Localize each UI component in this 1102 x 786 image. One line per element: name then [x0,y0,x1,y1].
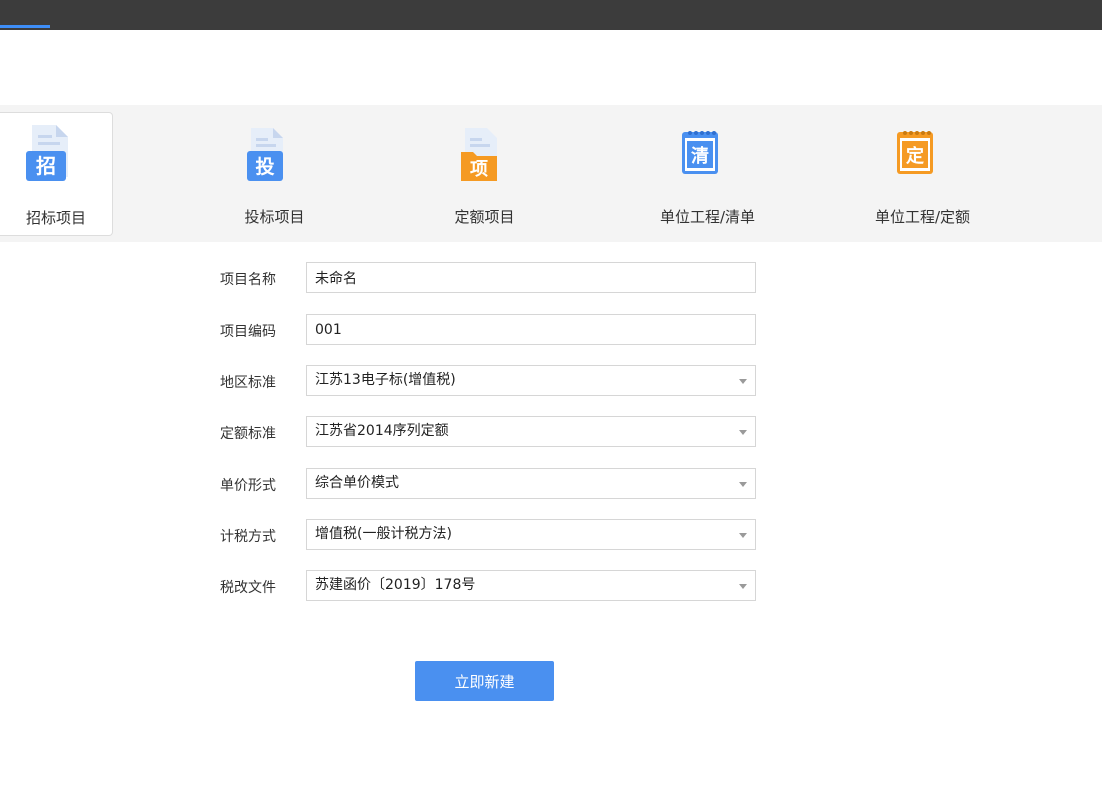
form-row-project-name: 项目名称 [220,262,756,294]
tax-reform-doc-select[interactable]: 苏建函价〔2019〕178号 [306,570,756,601]
chevron-down-icon [739,379,747,384]
bill-glyph: 清 [691,146,709,167]
project-type-label: 投标项目 [244,208,305,226]
chevron-down-icon [739,430,747,435]
tender-doc-icon: 招 [24,121,74,185]
project-name-label: 项目名称 [220,272,276,288]
project-type-strip: 招 招标项目 投 投标项目 项 定额项目 清 单位工程/清单 定 单位工程/定额 [0,105,1102,242]
chevron-down-icon [739,533,747,538]
project-type-bid[interactable]: 投 投标项目 [218,112,331,236]
project-code-label: 项目编码 [220,324,276,340]
bill-notepad-icon: 清 [678,124,728,188]
project-type-label: 定额项目 [454,208,515,226]
region-standard-select[interactable]: 江苏13电子标(增值税) [306,365,756,396]
form-row-region-standard: 地区标准 江苏13电子标(增值税) [220,365,756,397]
quota-notepad-icon: 定 [893,124,943,188]
region-standard-value: 江苏13电子标(增值税) [315,372,456,388]
project-type-quota[interactable]: 项 定额项目 [428,112,541,236]
project-type-label: 单位工程/定额 [874,208,971,226]
quota-glyph: 项 [470,159,488,180]
unit-price-mode-select[interactable]: 综合单价模式 [306,468,756,499]
project-code-input[interactable] [306,314,756,345]
project-type-unit-bill[interactable]: 清 单位工程/清单 [640,112,775,236]
tax-method-value: 增值税(一般计税方法) [315,526,452,542]
form-row-project-code: 项目编码 [220,314,756,346]
tax-reform-doc-value: 苏建函价〔2019〕178号 [315,577,476,593]
quota-standard-value: 江苏省2014序列定额 [315,423,449,439]
project-type-label: 招标项目 [25,209,86,227]
top-tab-active[interactable] [0,0,62,30]
tax-method-label: 计税方式 [220,529,276,545]
unit-price-mode-value: 综合单价模式 [315,475,399,491]
tender-glyph: 招 [36,154,56,178]
bid-doc-icon: 投 [245,124,295,188]
project-type-unit-quota[interactable]: 定 单位工程/定额 [855,112,990,236]
project-type-tender[interactable]: 招 招标项目 [0,112,113,236]
quota-notepad-glyph: 定 [906,145,924,167]
project-type-label: 单位工程/清单 [659,208,756,226]
tax-method-select[interactable]: 增值税(一般计税方法) [306,519,756,550]
form-row-unit-price-mode: 单价形式 综合单价模式 [220,468,756,500]
region-standard-label: 地区标准 [220,375,276,391]
quota-standard-label: 定额标准 [220,426,276,442]
unit-price-mode-label: 单价形式 [220,478,276,494]
create-now-button[interactable]: 立即新建 [415,661,554,701]
form-row-quota-standard: 定额标准 江苏省2014序列定额 [220,416,756,448]
bid-glyph: 投 [255,155,274,178]
quota-standard-select[interactable]: 江苏省2014序列定额 [306,416,756,447]
tax-reform-doc-label: 税改文件 [220,580,276,596]
form-row-tax-method: 计税方式 增值税(一般计税方法) [220,519,756,551]
quota-folder-icon: 项 [459,124,509,188]
project-name-input[interactable] [306,262,756,293]
top-tab-second[interactable] [90,0,210,30]
chevron-down-icon [739,482,747,487]
top-tab-bar [0,0,1102,30]
form-row-tax-reform-doc: 税改文件 苏建函价〔2019〕178号 [220,570,756,602]
chevron-down-icon [739,584,747,589]
